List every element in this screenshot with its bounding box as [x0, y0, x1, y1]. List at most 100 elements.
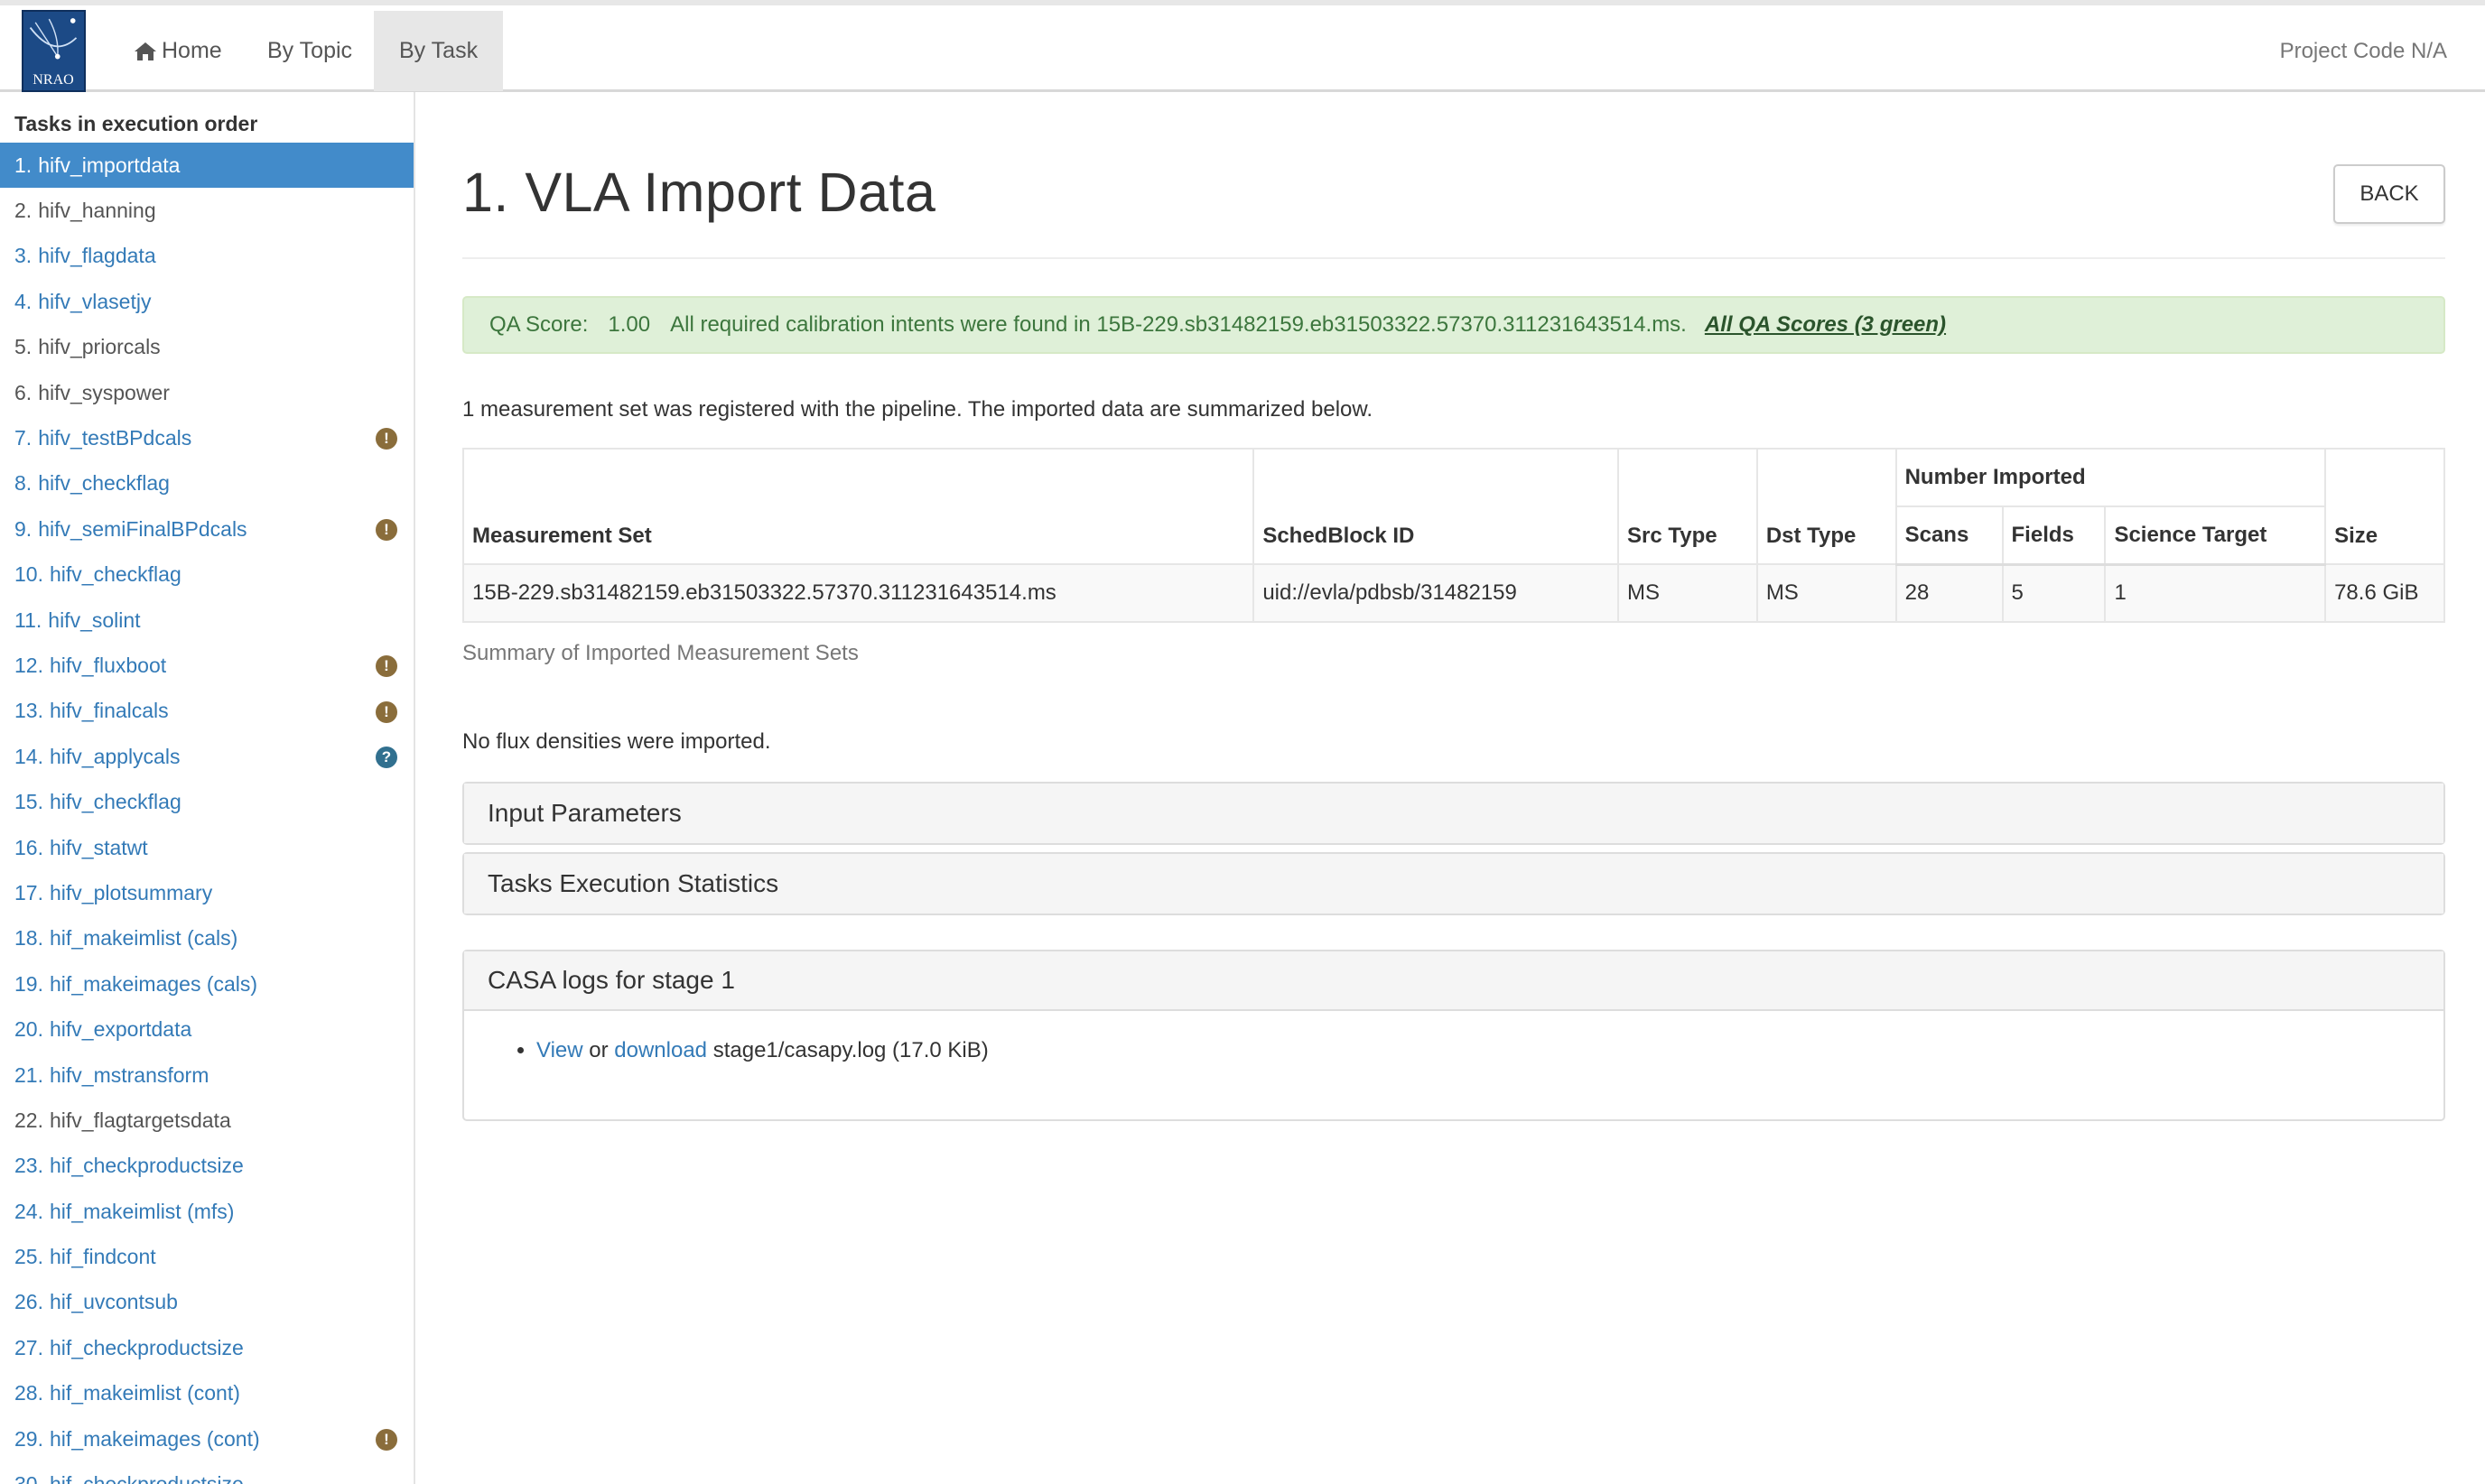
col-group-number-imported: Number Imported [1894, 448, 2327, 507]
sidebar-item-label: hif_makeimlist (cals) [49, 926, 238, 951]
sidebar-item-hifv-syspower[interactable]: 6. hifv_syspower [0, 370, 414, 415]
col-dst-type: Dst Type [1755, 448, 1897, 565]
sidebar-item-hif-findcont[interactable]: 25. hif_findcont [0, 1234, 414, 1279]
exclamation-sign-icon: ! [376, 519, 397, 542]
sidebar-item-hif-makeimlist-cals[interactable]: 18. hif_makeimlist (cals) [0, 916, 414, 961]
exclamation-sign-icon: ! [376, 1428, 397, 1451]
sidebar-item-label: hifv_syspower [38, 380, 170, 404]
sidebar-item-hifv-checkflag[interactable]: 15. hifv_checkflag [0, 779, 414, 824]
sidebar-item-hif-checkproductsize[interactable]: 27. hif_checkproductsize [0, 1325, 414, 1370]
nrao-logo[interactable]: NRAO [22, 10, 86, 92]
sidebar-item-label: hifv_finalcals [49, 699, 169, 723]
col-schedblock-id: SchedBlock ID [1252, 448, 1620, 565]
nav-home[interactable]: Home [108, 11, 247, 91]
sidebar-item-label: hifv_testBPdcals [38, 426, 192, 450]
sidebar-item-number: 1. [14, 153, 33, 177]
exclamation-sign-icon: ! [376, 428, 397, 450]
sidebar-item-hif-checkproductsize[interactable]: 30. hif_checkproductsize [0, 1461, 414, 1484]
sidebar-item-number: 24. [14, 1199, 43, 1223]
sidebar-item-hifv-testbpdcals[interactable]: 7. hifv_testBPdcals! [0, 415, 414, 460]
sidebar-item-label: hif_checkproductsize [49, 1154, 244, 1178]
main-content: 1. VLA Import Data BACK QA Score: 1.00 A… [461, 92, 2445, 1484]
sidebar-item-number: 23. [14, 1154, 43, 1178]
sidebar-title: Tasks in execution order [14, 112, 258, 135]
sidebar-item-number: 29. [14, 1426, 43, 1451]
sidebar-item-number: 18. [14, 926, 43, 951]
sidebar-item-hifv-checkflag[interactable]: 8. hifv_checkflag [0, 461, 414, 506]
sidebar-item-number: 16. [14, 835, 43, 859]
cell-measurement-set: 15B-229.sb31482159.eb31503322.57370.3112… [461, 563, 1255, 623]
sidebar-item-hifv-importdata[interactable]: 1. hifv_importdata [0, 143, 414, 189]
cell-scans: 28 [1894, 563, 2004, 623]
casa-logs-panel: CASA logs for stage 1 View or download s… [462, 950, 2445, 1121]
all-qa-scores-link[interactable]: All QA Scores (3 green) [1705, 312, 1946, 338]
sidebar-item-number: 9. [14, 516, 33, 541]
top-navbar: NRAO Home By Topic By Task Project Code … [0, 0, 2485, 92]
sidebar-item-label: hif_makeimlist (cont) [49, 1381, 240, 1405]
view-log-link[interactable]: View [536, 1038, 583, 1062]
sidebar-item-hifv-plotsummary[interactable]: 17. hifv_plotsummary [0, 870, 414, 915]
project-code: Project Code N/A [2279, 38, 2447, 63]
measurement-set-table: Measurement Set SchedBlock ID Src Type D… [461, 448, 2445, 623]
sidebar-item-hif-makeimlist-cont[interactable]: 28. hif_makeimlist (cont) [0, 1371, 414, 1416]
sidebar-item-hifv-fluxboot[interactable]: 12. hifv_fluxboot! [0, 643, 414, 688]
sidebar-item-hifv-priorcals[interactable]: 5. hifv_priorcals [0, 325, 414, 370]
sidebar-item-hifv-hanning[interactable]: 2. hifv_hanning [0, 188, 414, 233]
question-sign-icon: ? [376, 747, 397, 769]
input-parameters-panel[interactable]: Input Parameters [462, 782, 2445, 845]
sidebar-item-hifv-flagdata[interactable]: 3. hifv_flagdata [0, 234, 414, 279]
sidebar-item-hif-makeimages-cont[interactable]: 29. hif_makeimages (cont)! [0, 1416, 414, 1461]
sidebar-item-hifv-finalcals[interactable]: 13. hifv_finalcals! [0, 689, 414, 734]
back-button[interactable]: BACK [2333, 164, 2445, 224]
download-log-link[interactable]: download [614, 1038, 707, 1062]
sidebar-item-label: hif_checkproductsize [49, 1335, 244, 1359]
nrao-logo-graphic: NRAO [23, 12, 84, 90]
page-title: 1. VLA Import Data [462, 162, 936, 223]
tasks-execution-statistics-panel[interactable]: Tasks Execution Statistics [462, 852, 2445, 915]
sidebar-item-hif-makeimlist-mfs[interactable]: 24. hif_makeimlist (mfs) [0, 1189, 414, 1234]
sidebar-item-hifv-semifinalbpdcals[interactable]: 9. hifv_semiFinalBPdcals! [0, 506, 414, 552]
col-src-type: Src Type [1617, 448, 1758, 565]
sidebar-item-hifv-exportdata[interactable]: 20. hifv_exportdata [0, 1006, 414, 1052]
qa-score-label: QA Score: [489, 312, 589, 337]
sidebar-item-hifv-statwt[interactable]: 16. hifv_statwt [0, 825, 414, 870]
input-parameters-heading[interactable]: Input Parameters [464, 784, 2443, 843]
qa-score-value: 1.00 [608, 312, 651, 337]
sidebar-item-hifv-mstransform[interactable]: 21. hifv_mstransform [0, 1053, 414, 1098]
log-or-text: or [582, 1038, 615, 1062]
sidebar-item-hifv-checkflag[interactable]: 10. hifv_checkflag [0, 552, 414, 598]
sidebar-item-label: hifv_checkflag [49, 562, 181, 587]
task-list: 1. hifv_importdata 2. hifv_hanning 3. hifv_fl… [0, 143, 414, 1484]
exclamation-sign-icon: ! [376, 700, 397, 723]
sidebar-item-hif-uvcontsub[interactable]: 26. hif_uvcontsub [0, 1280, 414, 1325]
sidebar-item-number: 25. [14, 1245, 43, 1269]
cell-schedblock-id: uid://evla/pdbsb/31482159 [1252, 563, 1620, 623]
sidebar-item-label: hifv_hanning [38, 199, 156, 223]
sidebar-item-number: 14. [14, 744, 43, 768]
log-file-text: stage1/casapy.log (17.0 KiB) [707, 1038, 989, 1062]
tasks-execution-statistics-heading[interactable]: Tasks Execution Statistics [464, 854, 2443, 914]
nav-by-topic[interactable]: By Topic [242, 11, 377, 91]
nav-by-task[interactable]: By Task [374, 11, 504, 91]
sidebar-item-hif-makeimages-cals[interactable]: 19. hif_makeimages (cals) [0, 961, 414, 1006]
col-science-target: Science Target [2104, 505, 2327, 566]
sidebar-item-label: hif_uvcontsub [49, 1290, 178, 1314]
sidebar-item-number: 22. [14, 1108, 43, 1132]
sidebar-item-hifv-flagtargetsdata[interactable]: 22. hifv_flagtargetsdata [0, 1098, 414, 1143]
list-item: View or download stage1/casapy.log (17.0… [536, 1038, 2443, 1063]
nav-by-task-label: By Task [399, 38, 479, 63]
sidebar-item-label: hif_findcont [49, 1245, 156, 1269]
cell-src-type: MS [1617, 563, 1758, 623]
sidebar-item-label: hifv_semiFinalBPdcals [38, 516, 247, 541]
sidebar-item-hifv-vlasetjy[interactable]: 4. hifv_vlasetjy [0, 279, 414, 324]
sidebar-item-label: hif_makeimlist (mfs) [49, 1199, 235, 1223]
sidebar-item-number: 12. [14, 653, 43, 677]
sidebar-item-hif-checkproductsize[interactable]: 23. hif_checkproductsize [0, 1144, 414, 1189]
sidebar-item-hifv-solint[interactable]: 11. hifv_solint [0, 598, 414, 643]
logo-text: NRAO [33, 72, 73, 88]
sidebar-item-number: 15. [14, 790, 43, 814]
sidebar-item-label: hifv_solint [48, 608, 141, 632]
sidebar-item-number: 4. [14, 289, 33, 313]
sidebar-item-hifv-applycals[interactable]: 14. hifv_applycals? [0, 734, 414, 779]
sidebar-item-number: 6. [14, 380, 33, 404]
